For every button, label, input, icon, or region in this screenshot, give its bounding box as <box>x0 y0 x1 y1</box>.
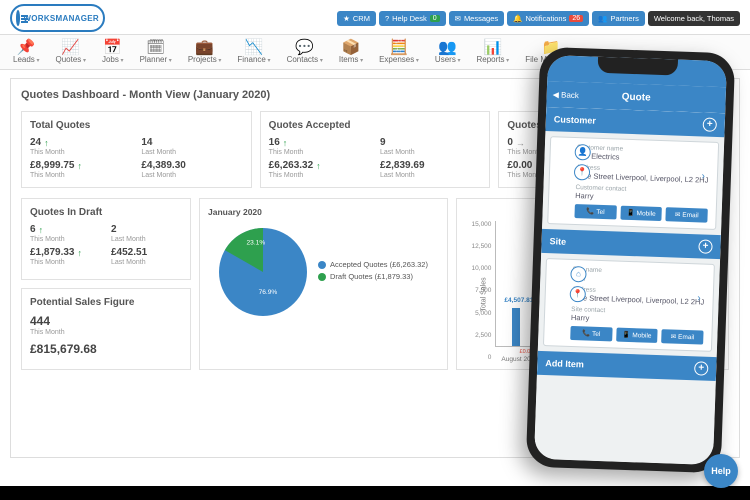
nav-projects[interactable]: 💼Projects <box>181 38 229 66</box>
nav-reports[interactable]: 📊Reports <box>470 38 517 66</box>
quotes-icon: 📈 <box>61 40 80 55</box>
expenses-icon: 🧮 <box>390 40 409 55</box>
phone-site-header[interactable]: Site+ <box>541 229 721 259</box>
helpdesk-badge: 0 <box>430 15 440 22</box>
nav-finance[interactable]: 📉Finance <box>230 38 277 66</box>
trend-up-icon: ↑ <box>283 138 288 148</box>
welcome-user[interactable]: Welcome back, Thomas <box>648 11 740 26</box>
legend-draft-icon <box>318 273 326 281</box>
projects-icon: 💼 <box>195 40 214 55</box>
partners-button[interactable]: 👥 Partners <box>592 11 645 26</box>
top-bar: WORKSMANAGER ★ CRM ? Help Desk 0 ✉ Messa… <box>0 0 750 34</box>
help-button[interactable]: Help <box>704 454 738 488</box>
add-customer-icon[interactable]: + <box>703 117 717 131</box>
notifications-badge: 26 <box>569 15 583 22</box>
chevron-right-icon[interactable]: › <box>701 171 705 182</box>
nav-leads[interactable]: 📌Leads <box>6 38 46 66</box>
brand-logo[interactable]: WORKSMANAGER <box>10 4 105 32</box>
trend-up-icon: ↑ <box>316 161 321 171</box>
contacts-icon: 💬 <box>295 40 314 55</box>
pie-draft-pct: 23.1% <box>247 240 266 247</box>
phone-notch <box>597 57 678 76</box>
nav-quotes[interactable]: 📈Quotes <box>48 38 92 66</box>
phone-tel-button[interactable]: 📞 Tel <box>570 326 612 341</box>
trend-up-icon: ↑ <box>78 248 83 258</box>
phone-mobile-button[interactable]: 📱 Mobile <box>616 328 658 343</box>
trend-up-icon: ↑ <box>39 225 44 235</box>
brand-name: WORKSMANAGER <box>23 14 99 23</box>
items-icon: 📦 <box>342 40 361 55</box>
jobs-icon: 📅 <box>103 40 122 55</box>
logo-e-icon <box>16 10 20 26</box>
notifications-button[interactable]: 🔔 Notifications 26 <box>507 11 589 26</box>
bottom-strip <box>0 486 750 500</box>
phone-site-card: ⌂ Site nameN/A 📍 AddressDale Street Live… <box>543 258 715 352</box>
card-quotes-accepted: Quotes Accepted 16↑ This Month £6,263.32… <box>260 111 491 188</box>
finance-icon: 📉 <box>245 40 264 55</box>
leads-icon: 📌 <box>17 40 36 55</box>
phone-mobile-button[interactable]: 📱 Mobile <box>620 206 662 221</box>
phone-back-button[interactable]: ◀ Back <box>553 90 579 100</box>
nav-expenses[interactable]: 🧮Expenses <box>372 38 426 66</box>
pie-chart-card: January 2020 23.1% 76.9% Accepted Quotes… <box>199 198 448 370</box>
nav-contacts[interactable]: 💬Contacts <box>280 38 330 66</box>
trend-up-icon: ↑ <box>44 138 49 148</box>
phone-email-button[interactable]: ✉ Email <box>661 329 703 344</box>
reports-icon: 📊 <box>484 40 503 55</box>
phone-additem-header[interactable]: Add Item+ <box>537 351 717 381</box>
legend-accepted-icon <box>318 261 326 269</box>
trend-flat-icon: → <box>516 138 525 148</box>
dashboard-title: Quotes Dashboard - Month View (January 2… <box>21 89 270 101</box>
chevron-right-icon[interactable]: › <box>697 293 701 304</box>
phone-email-button[interactable]: ✉ Email <box>666 207 708 222</box>
phone-mockup: ◀ Back Quote Customer+ 👤 Customer name12… <box>526 47 736 474</box>
nav-jobs[interactable]: 📅Jobs <box>95 38 131 66</box>
pie-accepted-pct: 76.9% <box>259 289 278 296</box>
messages-button[interactable]: ✉ Messages <box>449 11 504 26</box>
nav-planner[interactable]: 🗓Planner <box>133 38 179 66</box>
phone-customer-card: 👤 Customer name123 Electrics 📍 AddressDa… <box>547 136 719 230</box>
nav-users[interactable]: 👥Users <box>428 38 468 66</box>
trend-up-icon: ↑ <box>78 161 83 171</box>
phone-title: Quote <box>622 91 651 103</box>
users-icon: 👥 <box>438 40 457 55</box>
add-item-icon[interactable]: + <box>694 361 708 375</box>
planner-icon: 🗓 <box>146 40 165 55</box>
card-potential-sales: Potential Sales Figure 444 This Month £8… <box>21 288 191 370</box>
crm-button[interactable]: ★ CRM <box>337 11 376 26</box>
quotes-pie-chart: 23.1% 76.9% <box>208 217 318 327</box>
add-site-icon[interactable]: + <box>698 239 712 253</box>
helpdesk-button[interactable]: ? Help Desk 0 <box>379 11 446 26</box>
nav-items[interactable]: 📦Items <box>332 38 370 66</box>
card-quotes-draft: Quotes In Draft 6↑ This Month £1,879.33↑… <box>21 198 191 280</box>
phone-customer-header[interactable]: Customer+ <box>545 107 725 137</box>
phone-tel-button[interactable]: 📞 Tel <box>574 204 616 219</box>
card-total-quotes: Total Quotes 24↑ This Month £8,999.75↑ T… <box>21 111 252 188</box>
top-buttons: ★ CRM ? Help Desk 0 ✉ Messages 🔔 Notific… <box>337 11 740 26</box>
